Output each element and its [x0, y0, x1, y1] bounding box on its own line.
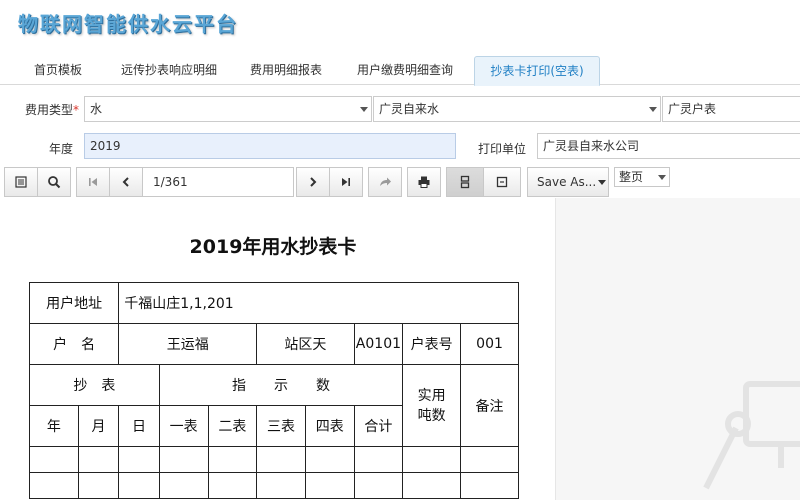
print-unit-input[interactable]: 广灵县自来水公司: [537, 133, 800, 159]
area-value: 广灵户表: [668, 102, 717, 116]
printer-icon: [418, 176, 430, 188]
year-input[interactable]: 2019: [84, 133, 456, 159]
empty-cell: [353, 472, 404, 499]
empty-cell: [77, 446, 120, 473]
meter3-header: 三表: [256, 405, 306, 447]
first-page-icon: [89, 178, 97, 186]
tab-meter-card-print[interactable]: 抄表卡打印(空表): [474, 56, 600, 86]
meter1-header: 一表: [158, 405, 209, 447]
empty-cell: [158, 446, 209, 473]
empty-cell: [118, 472, 160, 499]
decorative-illustration: [703, 381, 800, 490]
save-as-button[interactable]: Save As...: [527, 167, 609, 197]
table-row: 户 名 王运福 站区天 A0101 户表号 001: [28, 323, 519, 365]
read-meter-header: 抄 表: [29, 364, 160, 406]
empty-cell: [29, 446, 79, 473]
toggle-sidebar-button[interactable]: [4, 167, 38, 197]
chevron-down-icon: [658, 175, 666, 180]
continuous-view-button[interactable]: [446, 167, 484, 197]
single-page-view-button[interactable]: [483, 167, 521, 197]
save-as-label: Save As...: [537, 175, 597, 189]
fee-type-label-text: 费用类型: [25, 103, 74, 117]
actual-tons-header: 实用 吨数: [402, 364, 462, 447]
empty-cell: [402, 472, 462, 499]
chevron-down-icon: [649, 107, 657, 112]
table-row: [29, 472, 519, 499]
next-page-button[interactable]: [296, 167, 330, 197]
empty-cell: [118, 446, 160, 473]
meter4-header: 四表: [304, 405, 355, 447]
empty-cell: [353, 446, 404, 473]
total-header: 合计: [353, 405, 404, 447]
address-value: 千福山庄1,1,201: [118, 282, 519, 324]
meter-no-value: 001: [460, 323, 519, 365]
empty-cell: [460, 472, 519, 499]
area-select[interactable]: 广灵户表: [662, 96, 800, 122]
day-header: 日: [118, 405, 160, 447]
tab-bar: 首页模板 远传抄表响应明细 费用明细报表 用户缴费明细查询 抄表卡打印(空表): [0, 56, 800, 86]
print-unit-label: 打印单位: [478, 142, 527, 156]
meter-no-label: 户表号: [402, 323, 462, 365]
name-value: 王运福: [118, 323, 258, 365]
chevron-down-icon: [598, 179, 607, 185]
empty-cell: [460, 446, 519, 473]
empty-cell: [304, 446, 355, 473]
empty-cell: [256, 446, 306, 473]
empty-cell: [256, 472, 306, 499]
empty-cell: [29, 472, 79, 499]
last-page-button[interactable]: [329, 167, 363, 197]
meter2-header: 二表: [207, 405, 258, 447]
first-page-button[interactable]: [76, 167, 110, 197]
list-icon: [15, 176, 27, 188]
company-select[interactable]: 广灵自来水: [373, 96, 661, 122]
chevron-right-icon: [310, 177, 317, 187]
page-mode-select[interactable]: 整页: [614, 167, 670, 187]
background-watermark: [556, 198, 800, 500]
chevron-down-icon: [360, 107, 368, 112]
share-arrow-icon: [380, 177, 391, 186]
empty-cell: [207, 472, 258, 499]
station-label: 站区天: [256, 323, 355, 365]
app-title: 物联网智能供水云平台: [18, 12, 238, 36]
empty-cell: [402, 446, 462, 473]
fee-type-value: 水: [90, 102, 103, 116]
tab-remote-reading-detail[interactable]: 远传抄表响应明细: [108, 56, 230, 85]
table-row: 抄 表 指 示 数 实用 吨数 备注: [29, 364, 519, 447]
empty-cell: [304, 472, 355, 499]
empty-cell: [77, 472, 120, 499]
table-row: [29, 446, 519, 473]
last-page-icon: [342, 178, 350, 186]
tab-home-template[interactable]: 首页模板: [18, 56, 98, 85]
page-mode-value: 整页: [619, 170, 644, 184]
year-header: 年: [29, 405, 79, 447]
search-button[interactable]: [37, 167, 71, 197]
station-code: A0101: [353, 323, 404, 365]
tab-fee-detail-report[interactable]: 费用明细报表: [240, 56, 332, 85]
company-value: 广灵自来水: [379, 102, 440, 116]
required-mark: *: [73, 103, 80, 117]
single-page-icon: [496, 176, 508, 188]
page-number-input[interactable]: 1/361: [142, 167, 294, 197]
export-button[interactable]: [368, 167, 402, 197]
year-label: 年度: [49, 142, 74, 156]
indication-header: 指 示 数: [158, 364, 404, 406]
app-window: 物联网智能供水云平台 首页模板 远传抄表响应明细 费用明细报表 用户缴费明细查询…: [0, 0, 800, 500]
empty-cell: [207, 446, 258, 473]
address-label: 用户地址: [28, 282, 120, 324]
multi-page-icon: [460, 175, 470, 189]
search-icon: [48, 176, 61, 189]
remark-header: 备注: [460, 364, 519, 447]
fee-type-label: 费用类型*: [25, 101, 79, 118]
tab-payment-detail-query[interactable]: 用户缴费明细查询: [346, 56, 464, 85]
fee-type-select[interactable]: 水: [84, 96, 372, 122]
previous-page-button[interactable]: [109, 167, 143, 197]
month-header: 月: [77, 405, 120, 447]
report-title: 2019年用水抄表卡: [189, 236, 357, 258]
print-button[interactable]: [407, 167, 441, 197]
name-label: 户 名: [28, 323, 120, 365]
empty-cell: [158, 472, 209, 499]
table-row: 用户地址 千福山庄1,1,201: [28, 282, 519, 324]
chevron-left-icon: [122, 177, 129, 187]
meter-card-table: 用户地址 千福山庄1,1,201 户 名 王运福 站区天 A0101 户表号 0…: [28, 282, 519, 499]
